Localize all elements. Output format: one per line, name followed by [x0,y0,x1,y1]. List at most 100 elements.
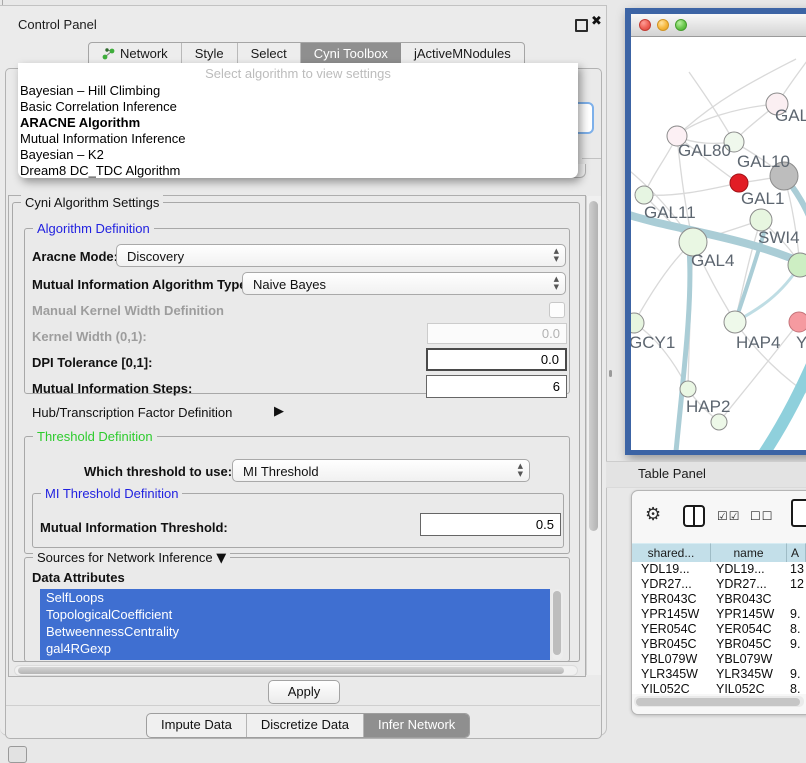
node-label: GAL10 [737,152,790,171]
table-row[interactable]: YBR043CYBR043C [632,592,806,607]
table-row[interactable]: YPR145WYPR145W9. [632,607,806,622]
table-body: YDL19...YDL19...13 YDR27...YDR27...12 YB… [632,562,806,694]
control-panel-title: Control Panel [18,17,97,32]
node-label: HAP2 [686,397,730,416]
network-view-window[interactable]: GAL GAL80 GAL10 GAL1 GAL11 SWI4 GAL4 GCY… [625,8,806,455]
stepper-arrows-icon: ▲▼ [554,275,559,291]
column-header[interactable]: A [787,543,806,562]
attribute-item-selected[interactable]: TopologicalCoefficient [40,606,550,623]
scrollbar-thumb[interactable] [553,591,561,655]
data-attributes-label: Data Attributes [32,570,125,585]
table-row[interactable]: YDL19...YDL19...13 [632,562,806,577]
table-row[interactable]: YBR045CYBR045C9. [632,637,806,652]
node-label: GAL11 [644,203,696,222]
mi-threshold-label: Mutual Information Threshold: [40,520,228,535]
horizontal-scrollbar[interactable] [14,665,578,676]
group-title: Sources for Network Inference ▼ [33,550,230,566]
attribute-item-selected[interactable]: gal4RGexp [40,640,550,657]
control-panel: Control Panel ✖ Network Style Select Cyn… [0,5,607,736]
table-row[interactable]: YER054CYER054C8. [632,622,806,637]
vertical-scrollbar[interactable] [586,196,601,675]
aracne-mode-label: Aracne Mode: [32,249,118,264]
group-title: Cyni Algorithm Settings [21,195,163,210]
table-row[interactable]: YBL079WYBL079W [632,652,806,667]
node-label: GAL [775,106,806,125]
close-icon[interactable]: ✖ [591,14,602,29]
algorithm-dropdown-list: Select algorithm to view settings Bayesi… [18,63,578,178]
manual-kernel-label: Manual Kernel Width Definition [32,303,224,318]
node [631,313,644,333]
table-row[interactable]: YDR27...YDR27...12 [632,577,806,592]
tab-infer-network[interactable]: Infer Network [364,714,469,737]
tab-impute-data[interactable]: Impute Data [147,714,247,737]
manual-kernel-checkbox[interactable] [549,302,565,318]
node-label: Y [796,333,806,352]
dpi-tolerance-label: DPI Tolerance [0,1]: [32,355,152,370]
table-header-row: shared... name A [632,543,806,562]
hub-section-label[interactable]: Hub/Transcription Factor Definition [32,405,232,420]
bottom-tabs: Impute Data Discretize Data Infer Networ… [146,713,470,738]
attribute-item-selected[interactable]: BetweennessCentrality [40,623,550,640]
divider [582,158,601,159]
group-title: Threshold Definition [33,429,157,444]
node [680,381,696,397]
network-graph: GAL GAL80 GAL10 GAL1 GAL11 SWI4 GAL4 GCY… [631,37,806,450]
close-traffic-light-icon[interactable] [639,19,651,31]
mi-steps-field[interactable]: 6 [426,375,567,398]
network-window-titlebar[interactable] [631,14,806,37]
tab-discretize-data[interactable]: Discretize Data [247,714,364,737]
network-icon [102,47,115,60]
which-threshold-select[interactable]: MI Threshold ▲▼ [232,459,530,482]
dropdown-item-selected[interactable]: ARACNE Algorithm [18,115,578,131]
dropdown-item[interactable]: Bayesian – K2 [18,147,578,163]
dropdown-item[interactable]: Bayesian – Hill Climbing [18,83,578,99]
mi-steps-label: Mutual Information Steps: [32,381,192,396]
column-header[interactable]: shared... [632,543,711,562]
list-scrollbar[interactable] [552,589,563,660]
tab-network-label: Network [120,46,168,61]
dpi-tolerance-field[interactable]: 0.0 [426,348,567,371]
kernel-width-field: 0.0 [427,323,567,344]
zoom-traffic-light-icon[interactable] [675,19,687,31]
node [789,312,806,332]
mi-algorithm-type-select[interactable]: Naive Bayes ▲▼ [242,272,566,295]
minimize-traffic-light-icon[interactable] [657,19,669,31]
expand-right-icon[interactable]: ▶ [274,404,284,419]
scrollbar-thumb[interactable] [589,201,598,531]
network-canvas[interactable]: GAL GAL80 GAL10 GAL1 GAL11 SWI4 GAL4 GCY… [631,37,806,450]
dropdown-item[interactable]: Basic Correlation Inference [18,99,578,115]
node-label: GAL4 [691,251,734,270]
node [724,311,746,333]
which-threshold-label: Which threshold to use: [84,464,232,479]
checked-boxes-icon[interactable]: ☑☑ [717,509,741,523]
scrollbar-thumb[interactable] [636,698,800,706]
unchecked-boxes-icon[interactable]: ☐☐ [750,509,774,523]
table-panel-header [606,461,806,488]
attribute-item-selected[interactable]: SelfLoops [40,589,550,606]
stepper-arrows-icon: ▲▼ [518,462,523,478]
data-attributes-list: SelfLoops TopologicalCoefficient Between… [40,589,550,660]
float-window-icon[interactable] [575,19,588,32]
column-header[interactable]: name [711,543,787,562]
mi-threshold-field[interactable]: 0.5 [420,513,561,536]
collapse-down-icon[interactable]: ▼ [216,551,226,566]
minimized-panel-icon[interactable] [8,746,27,763]
divider [6,705,600,706]
table-horizontal-scrollbar[interactable] [634,696,804,707]
gear-icon[interactable]: ⚙ [645,504,661,525]
dropdown-placeholder: Select algorithm to view settings [18,66,578,83]
kernel-width-label: Kernel Width (0,1): [32,329,147,344]
node-label: GAL1 [741,189,784,208]
apply-button[interactable]: Apply [268,680,340,704]
function-icon[interactable] [791,499,806,527]
splitpane-handle[interactable] [609,370,612,377]
columns-icon[interactable] [683,505,705,527]
aracne-mode-select[interactable]: Discovery ▲▼ [116,244,566,267]
table-row[interactable]: YIL052CYIL052C8. [632,682,806,694]
table-row[interactable]: YLR345WYLR345W9. [632,667,806,682]
dropdown-item[interactable]: Mutual Information Inference [18,131,578,147]
dropdown-item[interactable]: Dream8 DC_TDC Algorithm [18,163,578,179]
node-label: SWI4 [758,228,800,247]
scrollbar-thumb[interactable] [18,667,564,674]
node [711,414,727,430]
